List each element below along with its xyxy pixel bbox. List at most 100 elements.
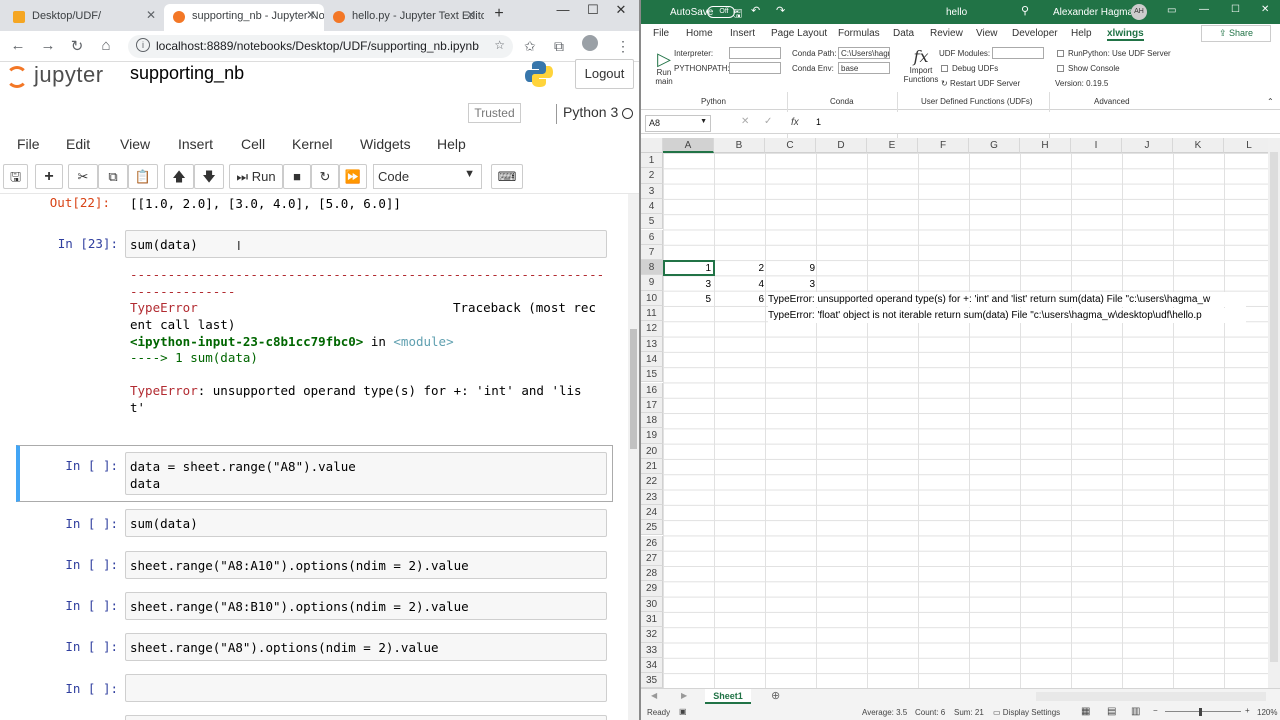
cell-A8[interactable]: 1 — [663, 261, 711, 276]
trusted-indicator[interactable]: Trusted — [468, 103, 521, 123]
interrupt-icon[interactable]: ■ — [283, 164, 311, 189]
cell-B8[interactable]: 2 — [714, 261, 764, 276]
tab-desktop-udf[interactable]: Desktop/UDF/ ✕ — [4, 4, 164, 31]
row-header-25[interactable]: 25 — [641, 520, 663, 536]
minimize-icon[interactable]: — — [548, 2, 578, 17]
maximize-icon[interactable]: ☐ — [1231, 4, 1240, 15]
run-button[interactable]: ⏭ Run — [229, 164, 283, 189]
row-header-22[interactable]: 22 — [641, 474, 663, 490]
menu-help[interactable]: Help — [437, 136, 466, 152]
cell-type-select[interactable]: Code ▼ — [373, 164, 482, 189]
ribbon-tab-help[interactable]: Help — [1071, 28, 1092, 39]
code-cell-input[interactable]: sum(data) — [125, 230, 607, 258]
copy-icon[interactable]: ⧉ — [98, 164, 128, 189]
menu-insert[interactable]: Insert — [178, 136, 213, 152]
row-header-23[interactable]: 23 — [641, 489, 663, 505]
ribbon-tab-view[interactable]: View — [976, 28, 998, 39]
cell-C11[interactable]: TypeError: 'float' object is not iterabl… — [768, 308, 1246, 323]
column-header-d[interactable]: D — [816, 138, 867, 153]
debug-udfs-checkbox[interactable]: Debug UDFs — [941, 64, 998, 73]
formula-input[interactable]: 1 — [816, 117, 821, 127]
maximize-icon[interactable]: ☐ — [578, 2, 608, 18]
row-header-3[interactable]: 3 — [641, 183, 663, 199]
back-icon[interactable]: ← — [8, 37, 28, 54]
column-header-c[interactable]: C — [765, 138, 816, 153]
search-icon[interactable]: ⚲ — [1021, 4, 1029, 17]
spreadsheet-grid[interactable]: ABCDEFGHIJKL 1 2 3 4 5 6 7 8 9 10 11 12 13 14 15 16 17 18… — [641, 138, 1268, 688]
new-tab-button[interactable]: + — [484, 5, 514, 23]
row-header-28[interactable]: 28 — [641, 566, 663, 582]
row-header-6[interactable]: 6 — [641, 229, 663, 245]
display-settings-button[interactable]: ▭ Display Settings — [993, 708, 1060, 717]
column-header-h[interactable]: H — [1020, 138, 1071, 153]
save-icon[interactable]: 🖫 — [733, 5, 742, 24]
column-header-a[interactable]: A — [663, 138, 714, 153]
zoom-slider[interactable] — [1165, 711, 1241, 712]
row-header-1[interactable]: 1 — [641, 153, 663, 169]
row-header-10[interactable]: 10 — [641, 290, 663, 306]
row-header-13[interactable]: 13 — [641, 336, 663, 352]
next-sheet-icon[interactable]: ▶ — [681, 691, 687, 700]
column-header-f[interactable]: F — [918, 138, 969, 153]
ribbon-tab-review[interactable]: Review — [930, 28, 963, 39]
code-cell-input[interactable]: sheet.range("A8:A10").options(ndim = 2).… — [125, 551, 607, 579]
insert-cell-icon[interactable]: + — [35, 164, 63, 189]
row-header-4[interactable]: 4 — [641, 198, 663, 215]
redo-icon[interactable]: ↷ — [776, 4, 785, 17]
undo-icon[interactable]: ↶ — [751, 4, 760, 17]
close-icon[interactable]: ✕ — [466, 8, 476, 22]
add-sheet-icon[interactable]: ⊕ — [771, 689, 780, 702]
conda-path-input[interactable]: C:\Users\hagr — [838, 47, 890, 59]
row-header-17[interactable]: 17 — [641, 397, 663, 414]
row-header-18[interactable]: 18 — [641, 413, 663, 429]
runpython-checkbox[interactable]: RunPython: Use UDF Server — [1057, 49, 1171, 58]
row-header-16[interactable]: 16 — [641, 382, 663, 398]
more-icon[interactable]: ⋮ — [616, 38, 630, 55]
sheet-tab[interactable]: Sheet1 — [705, 689, 751, 704]
row-header-24[interactable]: 24 — [641, 504, 663, 521]
ribbon-tab-data[interactable]: Data — [893, 28, 914, 39]
menu-kernel[interactable]: Kernel — [292, 136, 332, 152]
column-header-j[interactable]: J — [1122, 138, 1173, 153]
jupyter-logo[interactable]: jupyter — [34, 62, 104, 88]
column-header-b[interactable]: B — [714, 138, 765, 153]
cell-A9[interactable]: 3 — [663, 277, 711, 292]
column-header-i[interactable]: I — [1071, 138, 1122, 153]
menu-cell[interactable]: Cell — [241, 136, 265, 152]
minimize-icon[interactable]: — — [1199, 4, 1209, 15]
column-header-e[interactable]: E — [867, 138, 918, 153]
column-header-k[interactable]: K — [1173, 138, 1224, 153]
restart-icon[interactable]: ↻ — [311, 164, 339, 189]
zoom-out-icon[interactable]: − — [1153, 706, 1158, 715]
row-header-5[interactable]: 5 — [641, 214, 663, 230]
row-header-30[interactable]: 30 — [641, 596, 663, 612]
scrollbar-thumb[interactable] — [630, 329, 637, 449]
profile-avatar[interactable] — [582, 35, 598, 51]
close-icon[interactable]: ✕ — [146, 8, 156, 22]
ribbon-tab-home[interactable]: Home — [686, 28, 713, 39]
row-header-26[interactable]: 26 — [641, 535, 663, 551]
close-icon[interactable]: ✕ — [306, 8, 316, 22]
code-cell-input[interactable]: sum(data) — [125, 509, 607, 537]
autosave-toggle[interactable]: Off — [707, 6, 735, 18]
zoom-in-icon[interactable]: + — [1245, 706, 1250, 715]
row-header-29[interactable]: 29 — [641, 581, 663, 597]
move-up-icon[interactable]: 🡅 — [164, 164, 194, 189]
restart-run-all-icon[interactable]: ⏩ — [339, 164, 367, 189]
tab-supporting-nb[interactable]: supporting_nb - Jupyter Notebo ✕ — [164, 4, 324, 31]
insert-function-icon[interactable]: fx — [791, 117, 799, 128]
collections-icon[interactable]: ⧉ — [554, 38, 564, 55]
horizontal-scrollbar[interactable] — [1036, 692, 1266, 701]
notebook-title[interactable]: supporting_nb — [130, 63, 244, 84]
row-header-34[interactable]: 34 — [641, 657, 663, 674]
ribbon-tab-insert[interactable]: Insert — [730, 28, 755, 39]
page-break-icon[interactable]: ▥ — [1131, 706, 1140, 717]
star-icon[interactable]: ☆ — [494, 38, 505, 52]
cell-C10[interactable]: TypeError: unsupported operand type(s) f… — [768, 292, 1246, 307]
column-header-l[interactable]: L — [1224, 138, 1268, 153]
udf-modules-input[interactable] — [992, 47, 1044, 59]
cell-C9[interactable]: 3 — [765, 277, 815, 292]
conda-env-input[interactable]: base — [838, 62, 890, 74]
row-header-19[interactable]: 19 — [641, 428, 663, 444]
code-cell-input[interactable]: sheet.range("A8:B10").options(ndim = 2).… — [125, 592, 607, 620]
